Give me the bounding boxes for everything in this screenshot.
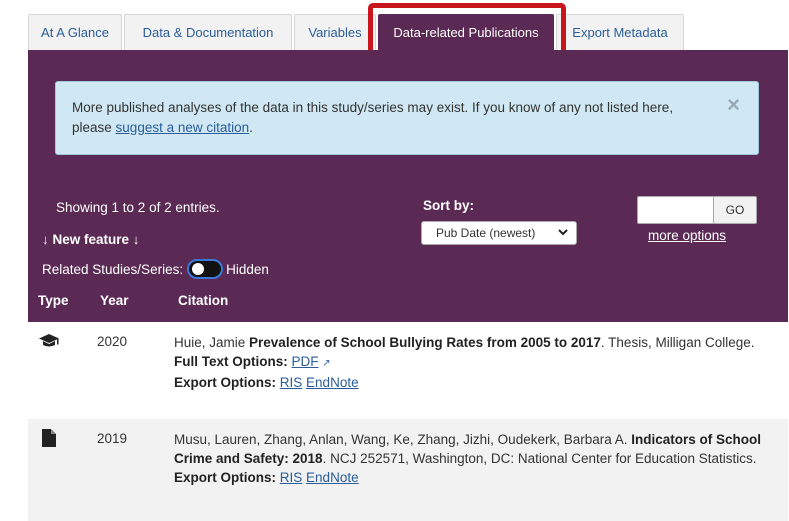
citation-authors: Musu, Lauren, Zhang, Anlan, Wang, Ke, Zh… <box>174 432 632 447</box>
related-studies-label: Related Studies/Series: <box>42 261 184 277</box>
ris-link[interactable]: RIS <box>280 375 303 390</box>
citation: Huie, Jamie Prevalence of School Bullyin… <box>174 333 774 392</box>
publication-year: 2020 <box>97 334 128 349</box>
citation-title: Prevalence of School Bullying Rates from… <box>249 335 601 350</box>
close-icon[interactable]: × <box>727 94 740 116</box>
table-row: 2020 Huie, Jamie Prevalence of School Bu… <box>28 322 788 419</box>
chevron-down-icon <box>558 222 568 252</box>
full-text-options-label: Full Text Options: <box>174 354 288 369</box>
entries-count: Showing 1 to 2 of 2 entries. <box>56 200 220 215</box>
citation-authors: Huie, Jamie <box>174 335 250 350</box>
tab-at-a-glance[interactable]: At A Glance <box>28 14 122 50</box>
table-row: 2019 Musu, Lauren, Zhang, Anlan, Wang, K… <box>28 419 788 521</box>
tab-data-documentation[interactable]: Data & Documentation <box>124 14 292 50</box>
related-studies-toggle[interactable] <box>187 259 224 279</box>
notice-text-end: . <box>249 120 253 135</box>
publication-year: 2019 <box>97 431 128 446</box>
suggest-citation-link[interactable]: suggest a new citation <box>116 120 250 135</box>
header-year[interactable]: Year <box>100 293 129 308</box>
go-button[interactable]: GO <box>713 196 757 224</box>
related-studies-row: Related Studies/Series: Hidden <box>42 259 269 279</box>
search-input[interactable] <box>637 196 713 224</box>
toggle-knob <box>192 263 205 275</box>
sort-select[interactable]: Pub Date (newest) <box>421 221 577 245</box>
related-studies-state: Hidden <box>226 261 269 277</box>
external-link-icon: ↗ <box>322 358 331 369</box>
more-options-link[interactable]: more options <box>648 228 726 243</box>
header-citation[interactable]: Citation <box>178 293 228 308</box>
tab-variables[interactable]: Variables <box>294 14 376 50</box>
tab-export-metadata[interactable]: Export Metadata <box>556 14 684 50</box>
tab-bar: At A Glance Data & Documentation Variabl… <box>28 14 788 50</box>
citation: Musu, Lauren, Zhang, Anlan, Wang, Ke, Zh… <box>174 430 774 487</box>
endnote-link[interactable]: EndNote <box>306 375 359 390</box>
endnote-link[interactable]: EndNote <box>306 470 359 485</box>
tab-data-related-publications[interactable]: Data-related Publications <box>378 14 554 50</box>
citation-details: . NCJ 252571, Washington, DC: National C… <box>322 451 757 466</box>
publications-panel: More published analyses of the data in t… <box>28 50 788 322</box>
graduation-cap-icon <box>38 332 60 350</box>
citation-details: . Thesis, Milligan College. <box>600 335 755 350</box>
new-feature-label: ↓ New feature ↓ <box>42 232 140 247</box>
document-icon <box>38 429 60 447</box>
header-type[interactable]: Type <box>38 293 69 308</box>
sort-select-value: Pub Date (newest) <box>436 226 536 240</box>
export-options-label: Export Options: <box>174 470 276 485</box>
ris-link[interactable]: RIS <box>280 470 303 485</box>
export-options-label: Export Options: <box>174 375 276 390</box>
pdf-link[interactable]: PDF <box>292 354 319 369</box>
notice-box: More published analyses of the data in t… <box>55 81 759 155</box>
sort-by-label: Sort by: <box>423 198 475 213</box>
